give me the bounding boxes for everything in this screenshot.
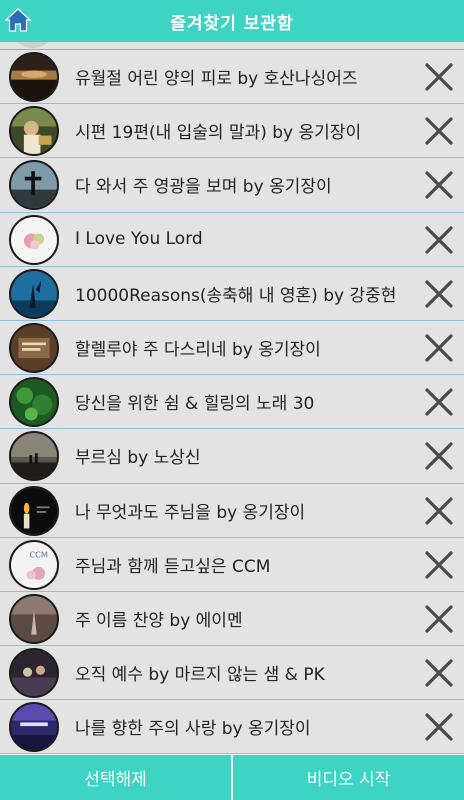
thumbnail-raised-hands-blue [9,268,59,319]
list-item[interactable]: 나를 향한 주의 사랑 by 옹기장이 [0,700,464,755]
delete-button[interactable] [422,548,456,582]
item-title: I Love You Lord [75,229,203,250]
deselect-button[interactable]: 선택해제 [0,755,231,800]
list-item[interactable]: CCM 주님과 함께 듣고싶은 CCM [0,537,464,592]
close-icon [425,442,453,470]
delete-button[interactable] [422,114,456,148]
list-item[interactable]: 당신을 위한 쉼 & 힐링의 노래 30 [0,375,464,430]
close-icon [425,551,453,579]
delete-button[interactable] [422,385,456,419]
item-title: 유월절 어린 양의 피로 by 호산나싱어즈 [75,69,358,90]
delete-button[interactable] [422,439,456,473]
item-title: 다 와서 주 영광을 보며 by 옹기장이 [75,177,332,198]
thumbnail-green-leaves [9,377,59,428]
close-icon [425,63,453,91]
close-icon [425,225,453,254]
close-icon [425,605,453,633]
item-title: 할렐루야 주 다스리네 by 옹기장이 [75,340,321,361]
thumbnail-dusk-silhouette [9,431,59,482]
home-button[interactable] [3,5,33,35]
list-item[interactable]: 부르심 by 노상신 [0,429,464,484]
delete-button[interactable] [422,60,456,94]
thumbnail-cross-sky [9,160,59,211]
home-icon [4,8,32,32]
list-item[interactable]: I Love You Lord [0,212,464,267]
thumbnail-purple-stage [9,702,59,753]
delete-button[interactable] [422,710,456,744]
favorites-list[interactable]: 유월절 어린 양의 피로 by 호산나싱어즈 시편 19편(내 입술의 말과) … [0,42,464,755]
thumbnail-woman-reading [9,106,59,157]
delete-button[interactable] [422,277,456,311]
page-title: 즐겨찾기 보관함 [170,13,294,34]
delete-button[interactable] [422,168,456,202]
thumbnail-partial [10,42,56,48]
list-item[interactable]: 할렐루야 주 다스리네 by 옹기장이 [0,320,464,376]
item-title: 나 무엇과도 주님을 by 옹기장이 [75,502,306,523]
list-item[interactable]: 나 무엇과도 주님을 by 옹기장이 [0,483,464,538]
item-title: 10000Reasons(송축해 내 영혼) by 강중현 [75,285,397,306]
delete-button[interactable] [422,602,456,636]
thumbnail-worship-stage [9,648,59,699]
bottom-action-bar: 선택해제 비디오 시작 [0,755,464,800]
item-title: 나를 향한 주의 사랑 by 옹기장이 [75,719,311,740]
thumbnail-flowers-white [9,214,59,265]
item-title: 오직 예수 by 마르지 않는 샘 & PK [75,665,325,686]
delete-button[interactable] [422,331,456,365]
app-header: 즐겨찾기 보관함 [0,0,464,42]
list-item[interactable]: 10000Reasons(송축해 내 영혼) by 강중현 [0,266,464,321]
list-item[interactable]: 주 이름 찬양 by 에이멘 [0,591,464,647]
item-title: 주님과 함께 듣고싶은 CCM [75,556,271,577]
thumbnail-praying-hands [9,593,59,644]
close-icon [425,496,453,525]
close-icon [425,171,453,199]
close-icon [425,659,453,687]
close-icon [425,280,453,308]
item-title: 당신을 위한 쉼 & 힐링의 노래 30 [75,394,315,415]
delete-button[interactable] [422,223,456,257]
delete-button[interactable] [422,494,456,528]
item-title: 시편 19편(내 입술의 말과) by 옹기장이 [75,123,362,144]
close-icon [425,713,453,741]
item-title: 주 이름 찬양 by 에이멘 [75,610,243,631]
list-item-partial[interactable] [0,42,464,50]
close-icon [425,388,453,416]
thumbnail-ccm-flowers: CCM [9,539,59,590]
list-item[interactable]: 유월절 어린 양의 피로 by 호산나싱어즈 [0,50,464,105]
list-item[interactable]: 다 와서 주 영광을 보며 by 옹기장이 [0,158,464,213]
close-icon [425,117,453,145]
delete-button[interactable] [422,656,456,690]
thumbnail-brown-text-card [9,322,59,373]
close-icon [425,334,453,362]
thumbnail-candle-dark [9,485,59,536]
list-item[interactable]: 오직 예수 by 마르지 않는 샘 & PK [0,646,464,701]
list-item[interactable]: 시편 19편(내 입술의 말과) by 옹기장이 [0,104,464,159]
thumbnail-sunset-landscape [9,52,59,102]
thumbnail-ccm-text: CCM [29,549,48,559]
item-title: 부르심 by 노상신 [75,448,201,469]
start-video-button[interactable]: 비디오 시작 [233,755,464,800]
